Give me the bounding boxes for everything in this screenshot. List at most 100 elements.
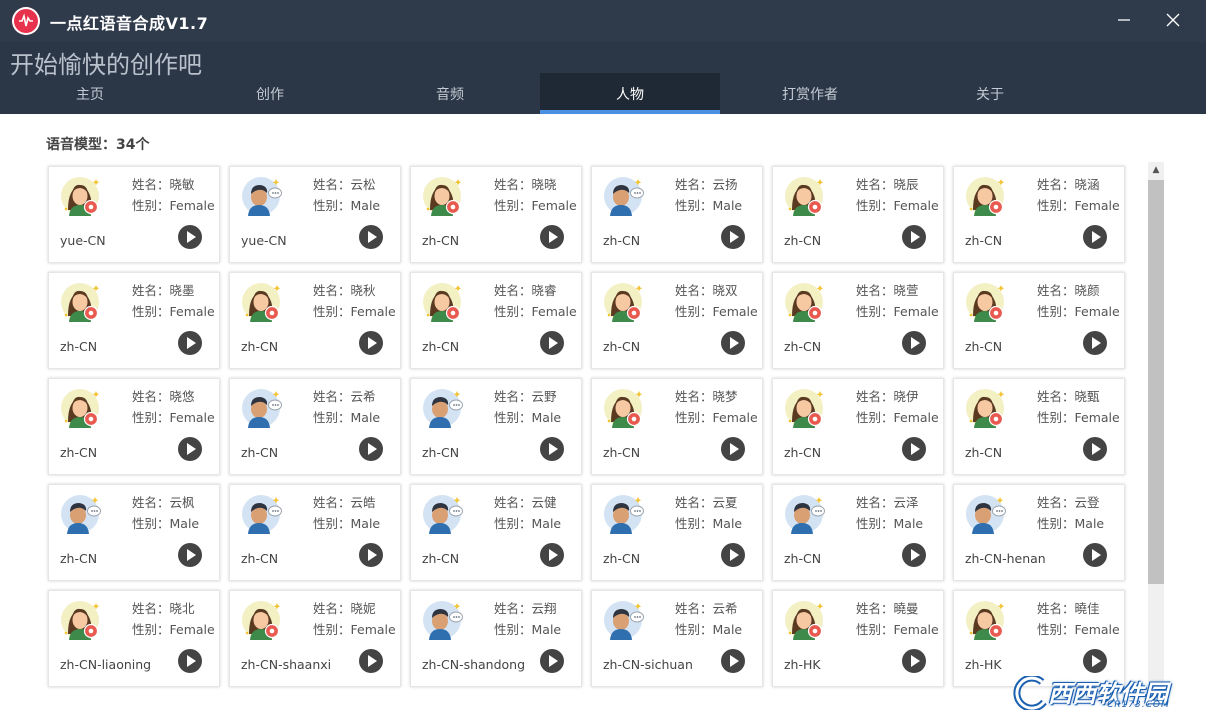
voice-card[interactable]: 姓名：晓梦 性别：Female zh-CN [591, 378, 763, 475]
voice-name-row: 姓名：曉佳 [1037, 598, 1120, 619]
play-button-icon[interactable] [359, 225, 383, 249]
voice-gender: Male [712, 622, 743, 637]
play-button-icon[interactable] [540, 437, 564, 461]
voice-locale: zh-CN [60, 339, 98, 354]
play-button-icon[interactable] [721, 649, 745, 673]
play-button-icon[interactable] [902, 225, 926, 249]
voice-card[interactable]: 姓名：云希 性别：Male zh-CN-sichuan [591, 590, 763, 687]
voice-card[interactable]: 姓名：晓涵 性别：Female zh-CN [953, 166, 1125, 263]
play-button-icon[interactable] [359, 331, 383, 355]
play-button-icon[interactable] [1083, 543, 1107, 567]
play-button-icon[interactable] [1083, 437, 1107, 461]
voice-card[interactable]: 姓名：云登 性别：Male zh-CN-henan [953, 484, 1125, 581]
play-button-icon[interactable] [540, 649, 564, 673]
tab-audio[interactable]: 音频 [360, 73, 540, 114]
voice-info: 姓名：云枫 性别：Male [132, 492, 199, 534]
voice-card[interactable]: 姓名：晓伊 性别：Female zh-CN [772, 378, 944, 475]
voice-card[interactable]: 姓名：晓北 性别：Female zh-CN-liaoning [48, 590, 220, 687]
voice-locale: zh-CN [422, 339, 460, 354]
play-button-icon[interactable] [1083, 225, 1107, 249]
voice-gender: Female [531, 198, 577, 213]
voice-card[interactable]: 姓名：晓敏 性别：Female yue-CN [48, 166, 220, 263]
voice-name: 晓秋 [350, 283, 376, 298]
scroll-thumb[interactable] [1148, 180, 1164, 584]
voice-info: 姓名：云希 性别：Male [313, 386, 380, 428]
name-prefix: 姓名： [856, 177, 894, 192]
voice-card[interactable]: 姓名：曉曼 性别：Female zh-HK [772, 590, 944, 687]
gender-prefix: 性别： [856, 410, 894, 425]
play-button-icon[interactable] [178, 437, 202, 461]
play-button-icon[interactable] [721, 543, 745, 567]
voice-locale: zh-CN [603, 233, 641, 248]
name-prefix: 姓名： [1037, 601, 1075, 616]
voice-card[interactable]: 姓名：晓颜 性别：Female zh-CN [953, 272, 1125, 369]
voice-card[interactable]: 姓名：晓秋 性别：Female zh-CN [229, 272, 401, 369]
voice-card[interactable]: 姓名：云枫 性别：Male zh-CN [48, 484, 220, 581]
play-button-icon[interactable] [540, 543, 564, 567]
play-button-icon[interactable] [721, 331, 745, 355]
voice-card[interactable]: 姓名：云皓 性别：Male zh-CN [229, 484, 401, 581]
play-button-icon[interactable] [178, 225, 202, 249]
voice-card[interactable]: 姓名：晓悠 性别：Female zh-CN [48, 378, 220, 475]
male-avatar-icon [242, 177, 282, 216]
voice-name: 晓涵 [1074, 177, 1100, 192]
voice-card[interactable]: 姓名：晓墨 性别：Female zh-CN [48, 272, 220, 369]
app-window: 一点红语音合成V1.7 开始愉快的创作吧 主页 创作 音频 人物 打赏作者 关于… [0, 0, 1206, 719]
play-button-icon[interactable] [540, 331, 564, 355]
voice-info: 姓名：云皓 性别：Male [313, 492, 380, 534]
voice-card[interactable]: 姓名：晓双 性别：Female zh-CN [591, 272, 763, 369]
voice-name: 晓萱 [893, 283, 919, 298]
voice-name: 晓甄 [1074, 389, 1100, 404]
play-button-icon[interactable] [540, 225, 564, 249]
voice-card[interactable]: 姓名：云松 性别：Male yue-CN [229, 166, 401, 263]
play-button-icon[interactable] [1083, 649, 1107, 673]
voice-gender-row: 性别：Female [494, 195, 577, 216]
voice-locale: zh-HK [784, 657, 821, 672]
voice-card[interactable]: 姓名：晓甄 性别：Female zh-CN [953, 378, 1125, 475]
tab-characters[interactable]: 人物 [540, 73, 720, 114]
voice-card[interactable]: 姓名：晓晓 性别：Female zh-CN [410, 166, 582, 263]
voice-gender-row: 性别：Male [132, 513, 199, 534]
play-button-icon[interactable] [721, 437, 745, 461]
voice-locale: zh-CN [784, 339, 822, 354]
voice-gender-row: 性别：Female [313, 619, 396, 640]
play-button-icon[interactable] [902, 543, 926, 567]
tab-about[interactable]: 关于 [900, 73, 1080, 114]
play-button-icon[interactable] [178, 649, 202, 673]
voice-name: 晓伊 [893, 389, 919, 404]
female-avatar-icon [785, 601, 824, 640]
female-avatar-icon [423, 177, 462, 216]
voice-card[interactable]: 姓名：晓睿 性别：Female zh-CN [410, 272, 582, 369]
voice-card[interactable]: 姓名：云扬 性别：Male zh-CN [591, 166, 763, 263]
voice-card[interactable]: 姓名：云泽 性别：Male zh-CN [772, 484, 944, 581]
tab-create[interactable]: 创作 [180, 73, 360, 114]
female-avatar-icon [966, 601, 1005, 640]
close-button[interactable] [1159, 8, 1187, 32]
play-button-icon[interactable] [359, 437, 383, 461]
voice-gender: Female [893, 410, 939, 425]
voice-card[interactable]: 姓名：晓辰 性别：Female zh-CN [772, 166, 944, 263]
play-button-icon[interactable] [1083, 331, 1107, 355]
voice-card[interactable]: 姓名：云野 性别：Male zh-CN [410, 378, 582, 475]
tab-home[interactable]: 主页 [0, 73, 180, 114]
voice-card[interactable]: 姓名：云翔 性别：Male zh-CN-shandong [410, 590, 582, 687]
minimize-button[interactable] [1110, 8, 1138, 32]
voice-gender: Male [531, 516, 562, 531]
play-button-icon[interactable] [178, 331, 202, 355]
gender-prefix: 性别： [494, 516, 532, 531]
play-button-icon[interactable] [902, 649, 926, 673]
voice-card[interactable]: 姓名：晓妮 性别：Female zh-CN-shaanxi [229, 590, 401, 687]
voice-card[interactable]: 姓名：晓萱 性别：Female zh-CN [772, 272, 944, 369]
play-button-icon[interactable] [178, 543, 202, 567]
play-button-icon[interactable] [902, 437, 926, 461]
scroll-up-arrow-icon[interactable]: ▲ [1148, 162, 1164, 178]
tab-donate[interactable]: 打赏作者 [720, 73, 900, 114]
scrollbar[interactable]: ▲ [1148, 162, 1164, 682]
play-button-icon[interactable] [902, 331, 926, 355]
voice-card[interactable]: 姓名：云希 性别：Male zh-CN [229, 378, 401, 475]
play-button-icon[interactable] [721, 225, 745, 249]
voice-card[interactable]: 姓名：云夏 性别：Male zh-CN [591, 484, 763, 581]
play-button-icon[interactable] [359, 649, 383, 673]
play-button-icon[interactable] [359, 543, 383, 567]
voice-card[interactable]: 姓名：云健 性别：Male zh-CN [410, 484, 582, 581]
